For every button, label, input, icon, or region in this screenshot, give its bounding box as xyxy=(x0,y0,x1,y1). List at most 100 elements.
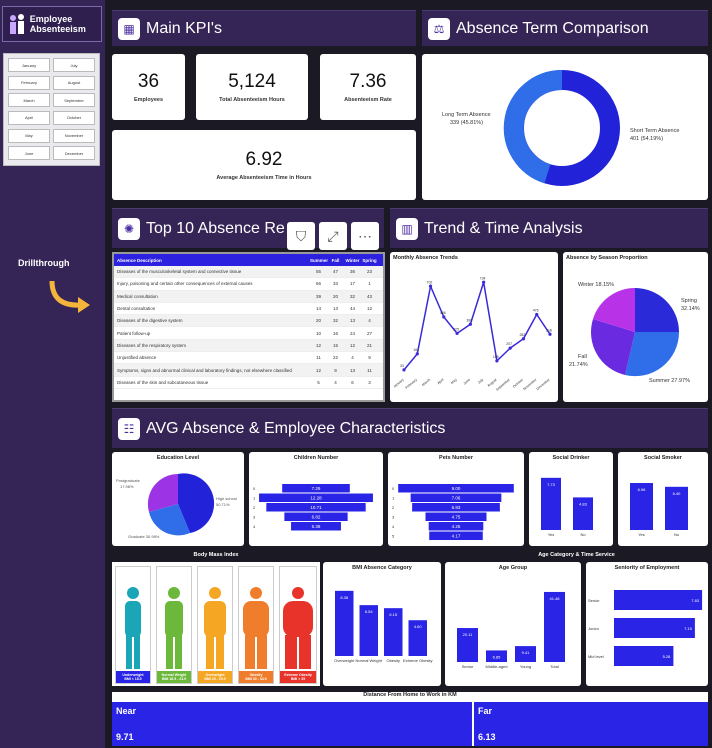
table-row[interactable]: Unjustified absence 11 22 4 9 xyxy=(114,352,383,365)
body-figure-icon xyxy=(165,587,183,669)
cell-value: 4 xyxy=(368,318,371,324)
cell-value: 55 xyxy=(315,269,321,275)
kpi-employees: 36 Employees xyxy=(112,54,185,120)
tick-label: 5 xyxy=(392,534,395,539)
tick-label: March xyxy=(421,378,431,387)
tick-label: Yes xyxy=(548,532,555,537)
tick-label: 0 xyxy=(392,486,395,491)
month-button[interactable]: November xyxy=(53,128,95,143)
column-header[interactable]: Absence Description xyxy=(114,258,310,263)
seniority-chart: 7.83 Senior 7.19 Junior 5.28 Mid level xyxy=(588,590,703,666)
month-button[interactable]: December xyxy=(53,146,95,161)
pets-card: Pets Number 9.00 0 7.06 1 6.83 2 4.75 3 4.25 4 4.1… xyxy=(388,452,524,546)
data-point xyxy=(428,284,433,288)
bar xyxy=(335,590,354,656)
bar-label: 41.48 xyxy=(549,596,560,601)
cell-value: 9 xyxy=(334,367,337,373)
cell-value: 1 xyxy=(368,281,371,287)
cell-value: 10 xyxy=(315,330,321,336)
column-header[interactable]: Summer xyxy=(310,258,328,263)
cell-value: 23 xyxy=(366,269,372,275)
pets-title: Pets Number xyxy=(439,455,473,461)
month-button[interactable]: April xyxy=(8,110,50,125)
month-button[interactable]: May xyxy=(8,128,50,143)
body-figure-icon xyxy=(204,587,226,669)
drinker-title: Social Drinker xyxy=(552,455,590,461)
data-label: 161 xyxy=(413,348,419,352)
trend-header-title: Trend & Time Analysis xyxy=(424,219,583,237)
kpi-label: Employees xyxy=(133,97,164,103)
bar-label: 6.40 xyxy=(673,491,682,496)
table-row[interactable]: Diseases of the respiratory system 12 15 12… xyxy=(114,339,383,353)
bmi-extreme-obesity: Extreme Obesity BMI > 35 xyxy=(279,566,317,684)
kpi-header-title: Main KPI's xyxy=(146,19,222,37)
data-label: 282 xyxy=(519,333,525,337)
kpi-value: 5,124 xyxy=(228,71,276,92)
data-label: 734 xyxy=(480,276,486,280)
tick-label: Senior xyxy=(588,598,600,603)
brain-icon: ✺ xyxy=(118,217,140,240)
cell-value: 9 xyxy=(368,355,371,361)
bar-label: 7.73 xyxy=(547,482,556,487)
tick-label: February xyxy=(405,378,418,390)
cell-value: 13 xyxy=(332,306,338,312)
cell-value: 11 xyxy=(367,367,372,373)
table-row[interactable]: Medical consultation 39 20 32 43 xyxy=(114,290,383,303)
cell-description: Dental consultation xyxy=(117,306,156,312)
kpi-value: 7.36 xyxy=(349,71,387,92)
data-point xyxy=(402,368,406,372)
table-row[interactable]: Diseases of the skin and subcutaneous ti… xyxy=(114,377,383,389)
month-button[interactable]: January xyxy=(8,58,50,72)
cell-value: 4 xyxy=(351,355,354,361)
bmi-category-title: BMI Absence Category xyxy=(352,565,412,571)
tick-label: January xyxy=(393,378,405,389)
distance-far-value: 6.13 xyxy=(478,732,496,742)
term-donut-card: Long Term Absence 339 (45.81%) Short Ter… xyxy=(422,54,708,200)
trend-chart-icon: ▥ xyxy=(396,217,418,240)
season-card: Absence by Season Proportion Winter 18.1… xyxy=(563,252,708,402)
cell-value: 66 xyxy=(315,281,321,287)
month-button[interactable]: October xyxy=(53,110,95,125)
month-button[interactable]: July xyxy=(53,58,95,72)
tick-label: April xyxy=(437,378,445,386)
legend-short-value: 401 (54.19%) xyxy=(630,136,663,142)
month-button[interactable]: February xyxy=(8,75,50,90)
table-row[interactable]: Patient follow-up 10 16 24 27 xyxy=(114,327,383,340)
more-options-icon[interactable]: ⋯ xyxy=(351,222,379,250)
bmi-label: Obesity BMI 30 - 34.9 xyxy=(239,671,273,683)
bmi-obesity: Obesity BMI 30 - 34.9 xyxy=(238,566,274,684)
kpi-total-hours: 5,124 Total Absenteeism Hours xyxy=(196,54,308,120)
table-row[interactable]: Dental consultation 14 13 44 12 xyxy=(114,303,383,316)
data-point xyxy=(455,331,459,335)
table-row[interactable]: Symptoms, signs and abnormal clinical an… xyxy=(114,364,383,377)
distance-near-label: Near xyxy=(116,706,137,716)
education-label-high-school-pct: 50.71% xyxy=(216,502,230,507)
tick-label: Overweight xyxy=(334,658,355,663)
month-button[interactable]: June xyxy=(8,146,50,161)
kpi-value: 36 xyxy=(137,71,160,92)
bar-label: 6.85 xyxy=(493,654,502,659)
bar-label: 7.06 xyxy=(452,496,461,501)
pie-label-winter: Winter 18.15% xyxy=(578,282,614,288)
column-header[interactable]: Winter xyxy=(344,258,361,263)
focus-mode-icon[interactable]: ⤢ xyxy=(319,222,347,250)
data-point xyxy=(482,280,486,284)
filter-icon[interactable]: ⛉ xyxy=(287,222,315,250)
tick-label: Normal Weight xyxy=(356,658,383,663)
tick-label: Obesity xyxy=(386,658,400,663)
pets-funnel-chart: 9.00 0 7.06 1 6.83 2 4.75 3 4.25 4 4.17 5 xyxy=(392,484,514,540)
column-header[interactable]: Spring xyxy=(361,258,378,263)
column-header[interactable]: Fall xyxy=(327,258,344,263)
table-row[interactable]: Injury, poisoning and certain other cons… xyxy=(114,278,383,291)
month-button[interactable]: September xyxy=(53,93,95,108)
bar-label: 6.96 xyxy=(638,487,647,492)
month-button[interactable]: March xyxy=(8,93,50,108)
cell-value: 6 xyxy=(351,379,354,385)
bar-label: 12.28 xyxy=(310,496,322,501)
month-button[interactable]: August xyxy=(53,75,95,90)
tick-label: Junior xyxy=(588,626,600,631)
table-row[interactable]: Diseases of the musculoskeletal system a… xyxy=(114,266,383,279)
cell-value: 15 xyxy=(332,342,338,348)
table-row[interactable]: Diseases of the digestive system 20 32 13 4 xyxy=(114,315,383,328)
bar xyxy=(614,590,703,610)
